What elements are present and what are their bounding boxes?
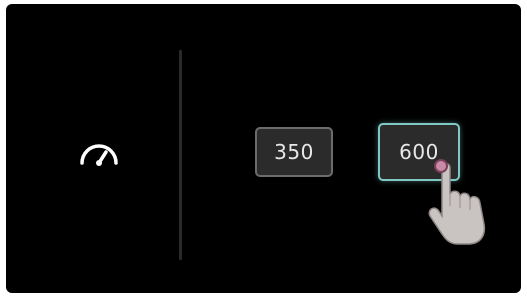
option-350-button[interactable]: 350 [255, 127, 333, 177]
speedometer-icon [80, 144, 118, 166]
display-screen: 350 600 [6, 4, 521, 293]
vertical-divider [179, 50, 182, 260]
touch-indicator [434, 159, 448, 173]
screenshot-frame: 350 600 [0, 0, 527, 299]
